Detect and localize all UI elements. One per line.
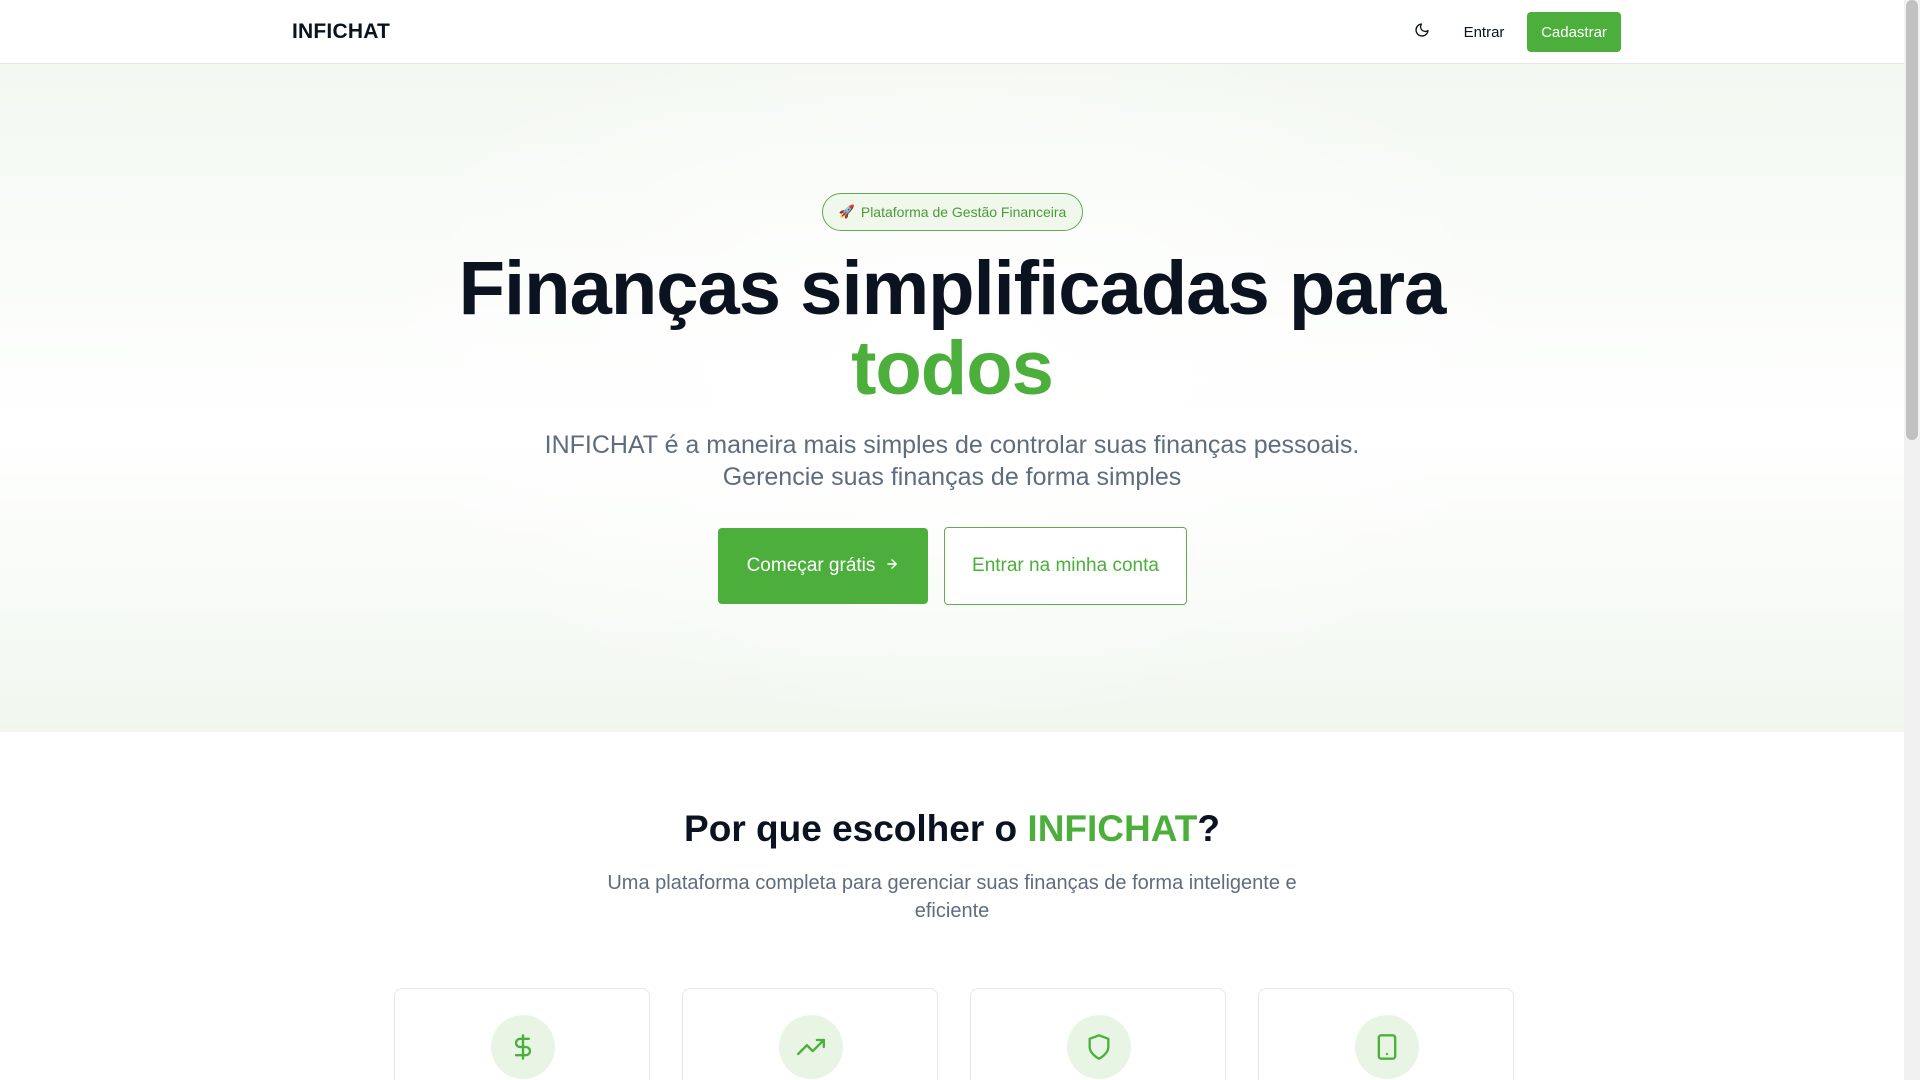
features-title-suffix: ? bbox=[1197, 808, 1220, 849]
hero-title-accent: todos bbox=[851, 326, 1054, 411]
moon-icon bbox=[1414, 22, 1430, 43]
brand-logo[interactable]: INFICHAT bbox=[292, 20, 390, 44]
shield-icon bbox=[1067, 1015, 1131, 1079]
trending-up-icon bbox=[779, 1015, 843, 1079]
hero-section: 🚀 Plataforma de Gestão Financeira Finanç… bbox=[0, 64, 1904, 732]
features-title: Por que escolher o INFICHAT? bbox=[0, 808, 1904, 850]
feature-card bbox=[394, 988, 650, 1080]
start-free-button[interactable]: Começar grátis bbox=[718, 528, 928, 604]
login-account-button[interactable]: Entrar na minha conta bbox=[944, 527, 1187, 605]
feature-card bbox=[682, 988, 938, 1080]
hero-subtitle: INFICHAT é a maneira mais simples de con… bbox=[544, 431, 1360, 491]
rocket-icon: 🚀 bbox=[838, 204, 855, 219]
start-free-label: Começar grátis bbox=[746, 555, 876, 576]
features-subtitle: Uma plataforma completa para gerenciar s… bbox=[607, 872, 1297, 922]
scrollbar-thumb[interactable] bbox=[1906, 0, 1918, 440]
arrow-right-icon bbox=[885, 555, 899, 577]
smartphone-icon bbox=[1355, 1015, 1419, 1079]
theme-toggle-button[interactable] bbox=[1402, 12, 1442, 52]
login-button[interactable]: Entrar bbox=[1452, 12, 1516, 52]
platform-badge-label: Plataforma de Gestão Financeira bbox=[860, 204, 1067, 220]
top-navbar: INFICHAT Entrar Cadastrar bbox=[0, 0, 1904, 64]
hero-title: Finanças simplificadas para bbox=[458, 246, 1447, 331]
platform-badge: 🚀 Plataforma de Gestão Financeira bbox=[822, 193, 1083, 231]
dollar-sign-icon bbox=[491, 1015, 555, 1079]
feature-card bbox=[1258, 988, 1514, 1080]
feature-card bbox=[970, 988, 1226, 1080]
page: INFICHAT Entrar Cadastrar 🚀 Plataforma d… bbox=[0, 0, 1904, 1080]
features-title-accent: INFICHAT bbox=[1027, 808, 1198, 849]
signup-button[interactable]: Cadastrar bbox=[1527, 12, 1621, 52]
scrollbar-track[interactable] bbox=[1904, 0, 1920, 1080]
features-title-prefix: Por que escolher o bbox=[684, 808, 1028, 849]
